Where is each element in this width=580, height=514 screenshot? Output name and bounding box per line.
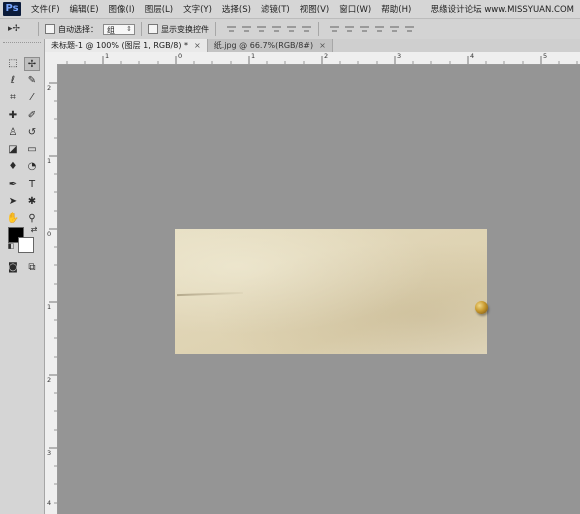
align-top-icon[interactable] <box>226 24 237 34</box>
menu-layer[interactable]: 图层(L) <box>145 3 173 15</box>
menu-select[interactable]: 选择(S) <box>222 3 251 15</box>
menu-filter[interactable]: 滤镜(T) <box>261 3 290 15</box>
brush-icon[interactable]: ✐ <box>24 109 40 123</box>
distribute-bottom-icon[interactable] <box>359 24 370 34</box>
align-right-icon[interactable] <box>301 24 312 34</box>
paper-image[interactable] <box>175 229 487 354</box>
toolbox: ⬚ ✢ ℓ ✎ ⌗ ⁄ ✚ ✐ ♙ ↺ ◪ ▭ ♦ ◔ ✒ T ➤ ✱ ✋ ⚲ … <box>0 39 45 514</box>
toolbox-grip[interactable] <box>3 42 41 47</box>
ruler-label: 1 <box>251 52 256 60</box>
quick-mask-icon[interactable]: ◙ <box>5 261 21 275</box>
ruler-label: 0 <box>178 52 183 60</box>
ruler-label: 1 <box>105 52 110 60</box>
menu-bar: Ps 文件(F) 编辑(E) 图像(I) 图层(L) 文字(Y) 选择(S) 滤… <box>0 0 580 18</box>
vertical-ruler[interactable]: 2 1 0 1 2 3 4 <box>45 64 58 514</box>
type-icon[interactable]: T <box>24 178 40 192</box>
auto-select-dropdown[interactable]: 组 <box>103 23 135 35</box>
blur-icon[interactable]: ♦ <box>5 160 21 174</box>
hand-icon[interactable]: ✋ <box>5 212 21 226</box>
menu-type[interactable]: 文字(Y) <box>183 3 212 15</box>
menu-file[interactable]: 文件(F) <box>31 3 60 15</box>
path-select-icon[interactable]: ➤ <box>5 195 21 209</box>
default-colors-icon[interactable]: ◧ <box>3 239 19 253</box>
tab-label: 纸.jpg @ 66.7%(RGB/8#) <box>213 41 314 50</box>
ruler-label: 2 <box>47 84 52 92</box>
healing-brush-icon[interactable]: ✚ <box>5 109 21 123</box>
close-icon[interactable]: × <box>319 41 326 50</box>
history-brush-icon[interactable]: ↺ <box>24 126 40 140</box>
background-color-swatch[interactable] <box>18 237 34 253</box>
auto-select-label: 自动选择： <box>58 24 98 34</box>
lasso-icon[interactable]: ℓ <box>5 74 21 88</box>
align-vcenter-icon[interactable] <box>241 24 252 34</box>
options-bar: ▸✢ 自动选择： 组 显示变换控件 <box>0 18 580 40</box>
auto-select-checkbox[interactable] <box>45 24 55 34</box>
menu-window[interactable]: 窗口(W) <box>339 3 371 15</box>
menu-help[interactable]: 帮助(H) <box>381 3 411 15</box>
clone-stamp-icon[interactable]: ♙ <box>5 126 21 140</box>
ruler-label: 4 <box>47 499 52 507</box>
pushpin-image <box>475 301 488 314</box>
show-transform-checkbox[interactable] <box>148 24 158 34</box>
align-left-icon[interactable] <box>271 24 282 34</box>
watermark-text: 思缘设计论坛 www.MISSYUAN.COM <box>430 5 574 15</box>
screen-mode-icon[interactable]: ⧉ <box>24 261 40 275</box>
options-separator <box>141 22 142 36</box>
pen-icon[interactable]: ✒ <box>5 178 21 192</box>
marquee-icon[interactable]: ⬚ <box>5 57 21 71</box>
move-icon[interactable]: ✢ <box>24 57 40 71</box>
distribute-right-icon[interactable] <box>404 24 415 34</box>
distribute-top-icon[interactable] <box>329 24 340 34</box>
eraser-icon[interactable]: ◪ <box>5 143 21 157</box>
menu-edit[interactable]: 编辑(E) <box>70 3 99 15</box>
tab-document-1[interactable]: 未标题-1 @ 100% (图层 1, RGB/8) * × <box>45 39 208 52</box>
quick-select-icon[interactable]: ✎ <box>24 74 40 88</box>
ruler-label: 3 <box>47 449 52 457</box>
move-tool-icon: ▸✢ <box>8 24 21 34</box>
gradient-icon[interactable]: ▭ <box>24 143 40 157</box>
ruler-label: 2 <box>47 376 52 384</box>
ruler-label: 2 <box>324 52 329 60</box>
menu-view[interactable]: 视图(V) <box>300 3 329 15</box>
align-bottom-icon[interactable] <box>256 24 267 34</box>
crop-icon[interactable]: ⌗ <box>5 91 21 105</box>
ruler-label: 3 <box>397 52 402 60</box>
distribute-left-icon[interactable] <box>374 24 385 34</box>
menu-image[interactable]: 图像(I) <box>109 3 135 15</box>
distribute-hcenter-icon[interactable] <box>389 24 400 34</box>
move-tool-preset-picker[interactable]: ▸✢ <box>8 22 32 36</box>
options-separator <box>38 22 39 36</box>
ruler-label: 1 <box>47 303 52 311</box>
ruler-label: 4 <box>470 52 475 60</box>
dodge-icon[interactable]: ◔ <box>24 160 40 174</box>
shape-icon[interactable]: ✱ <box>24 195 40 209</box>
eyedropper-icon[interactable]: ⁄ <box>24 91 40 105</box>
ruler-label: 5 <box>543 52 548 60</box>
paper-crease <box>176 291 244 297</box>
swap-colors-icon[interactable]: ⇄ <box>26 223 42 237</box>
show-transform-label: 显示变换控件 <box>161 24 209 34</box>
align-hcenter-icon[interactable] <box>286 24 297 34</box>
ruler-label: 1 <box>47 157 52 165</box>
photoshop-logo: Ps <box>3 2 21 16</box>
ruler-label: 0 <box>47 230 52 238</box>
document-tabs: 未标题-1 @ 100% (图层 1, RGB/8) * × 纸.jpg @ 6… <box>45 39 580 52</box>
options-separator <box>318 22 319 36</box>
close-icon[interactable]: × <box>194 41 201 50</box>
vertical-ruler-ticks <box>49 82 57 504</box>
options-separator <box>215 22 216 36</box>
horizontal-ruler-ticks <box>66 56 578 64</box>
tab-document-2[interactable]: 纸.jpg @ 66.7%(RGB/8#) × <box>207 39 333 52</box>
distribute-vcenter-icon[interactable] <box>344 24 355 34</box>
auto-select-value: 组 <box>107 25 115 35</box>
horizontal-ruler[interactable]: 1 0 1 2 3 4 5 <box>45 52 580 65</box>
tab-label: 未标题-1 @ 100% (图层 1, RGB/8) * <box>51 41 189 50</box>
